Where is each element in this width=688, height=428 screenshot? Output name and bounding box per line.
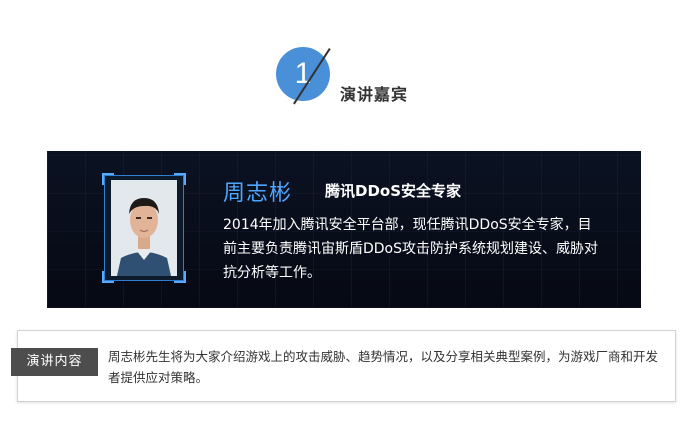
section-header: 1 演讲嘉宾 — [0, 0, 688, 120]
speaker-photo-frame — [102, 173, 186, 283]
speaker-title: 腾讯DDoS安全专家 — [325, 182, 462, 200]
speaker-bio: 2014年加入腾讯安全平台部，现任腾讯DDoS安全专家，目前主要负责腾讯宙斯盾D… — [223, 217, 599, 281]
talk-content-label: 演讲内容 — [11, 348, 98, 376]
section-title: 演讲嘉宾 — [340, 85, 409, 104]
speaker-name: 周志彬 — [223, 181, 293, 206]
talk-content-box: 演讲内容 周志彬先生将为大家介绍游戏上的攻击威胁、趋势情况，以及分享相关典型案例… — [11, 330, 676, 402]
section-number-badge: 1 — [276, 47, 330, 101]
speaker-card: 周志彬 腾讯DDoS安全专家 2014年加入腾讯安全平台部，现任腾讯DDoS安全… — [47, 151, 641, 308]
speaker-photo — [111, 180, 177, 276]
talk-content-text: 周志彬先生将为大家介绍游戏上的攻击威胁、趋势情况，以及分享相关典型案例，为游戏厂… — [108, 349, 659, 385]
